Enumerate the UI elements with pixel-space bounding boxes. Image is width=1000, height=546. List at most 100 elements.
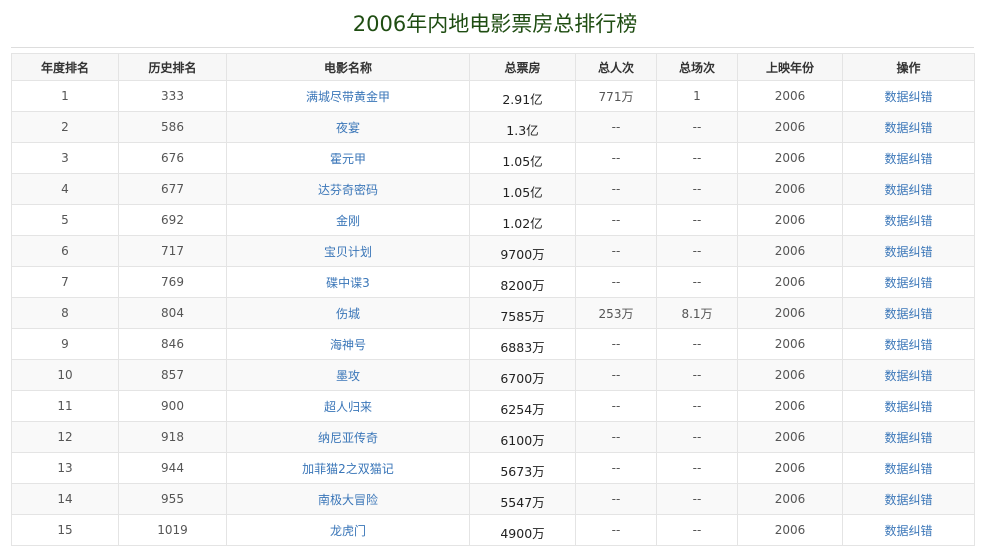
cell-total-box-office: 1.05亿 bbox=[469, 142, 576, 174]
table-row: 12 918 纳尼亚传奇 6100万 -- -- 2006 数据纠错 bbox=[11, 421, 975, 453]
cell-total-box-office: 1.05亿 bbox=[469, 173, 576, 205]
cell-total-screenings: 1 bbox=[656, 80, 738, 112]
cell-total-box-office: 6883万 bbox=[469, 328, 576, 360]
cell-total-admissions: -- bbox=[575, 173, 657, 205]
cell-year-rank: 8 bbox=[11, 297, 119, 329]
table-row: 15 1019 龙虎门 4900万 -- -- 2006 数据纠错 bbox=[11, 514, 975, 546]
cell-movie-name: 碟中谍3 bbox=[226, 266, 470, 298]
cell-release-year: 2006 bbox=[737, 390, 843, 422]
cell-movie-name: 达芬奇密码 bbox=[226, 173, 470, 205]
data-correction-link[interactable]: 数据纠错 bbox=[884, 400, 932, 414]
cell-history-rank: 676 bbox=[118, 142, 227, 174]
data-correction-link[interactable]: 数据纠错 bbox=[884, 369, 932, 383]
cell-action: 数据纠错 bbox=[842, 235, 975, 267]
cell-release-year: 2006 bbox=[737, 266, 843, 298]
cell-release-year: 2006 bbox=[737, 452, 843, 484]
cell-action: 数据纠错 bbox=[842, 514, 975, 546]
data-correction-link[interactable]: 数据纠错 bbox=[884, 524, 932, 538]
movie-link[interactable]: 满城尽带黄金甲 bbox=[306, 90, 390, 104]
movie-link[interactable]: 金刚 bbox=[336, 214, 360, 228]
table-header-row: 年度排名 历史排名 电影名称 总票房 总人次 总场次 上映年份 操作 bbox=[11, 53, 975, 81]
movie-link[interactable]: 超人归来 bbox=[324, 400, 372, 414]
cell-total-admissions: -- bbox=[575, 328, 657, 360]
cell-movie-name: 宝贝计划 bbox=[226, 235, 470, 267]
cell-history-rank: 586 bbox=[118, 111, 227, 143]
cell-release-year: 2006 bbox=[737, 235, 843, 267]
cell-action: 数据纠错 bbox=[842, 328, 975, 360]
cell-release-year: 2006 bbox=[737, 421, 843, 453]
movie-link[interactable]: 达芬奇密码 bbox=[318, 183, 378, 197]
cell-action: 数据纠错 bbox=[842, 173, 975, 205]
movie-link[interactable]: 霍元甲 bbox=[330, 152, 366, 166]
page-title: 2006年内地电影票房总排行榜 bbox=[352, 12, 638, 36]
data-correction-link[interactable]: 数据纠错 bbox=[884, 245, 932, 259]
table-row: 10 857 墨攻 6700万 -- -- 2006 数据纠错 bbox=[11, 359, 975, 391]
cell-movie-name: 墨攻 bbox=[226, 359, 470, 391]
cell-year-rank: 15 bbox=[11, 514, 119, 546]
cell-total-admissions: -- bbox=[575, 514, 657, 546]
data-correction-link[interactable]: 数据纠错 bbox=[884, 214, 932, 228]
cell-total-screenings: -- bbox=[656, 173, 738, 205]
cell-total-box-office: 7585万 bbox=[469, 297, 576, 329]
cell-total-box-office: 9700万 bbox=[469, 235, 576, 267]
box-office-table: 年度排名 历史排名 电影名称 总票房 总人次 总场次 上映年份 操作 1 333 满城尽带黄金甲 2… bbox=[11, 53, 975, 546]
cell-total-admissions: 253万 bbox=[575, 297, 657, 329]
cell-total-screenings: -- bbox=[656, 204, 738, 236]
cell-action: 数据纠错 bbox=[842, 297, 975, 329]
divider bbox=[11, 47, 974, 48]
cell-action: 数据纠错 bbox=[842, 111, 975, 143]
data-correction-link[interactable]: 数据纠错 bbox=[884, 307, 932, 321]
table-row: 4 677 达芬奇密码 1.05亿 -- -- 2006 数据纠错 bbox=[11, 173, 975, 205]
movie-link[interactable]: 宝贝计划 bbox=[324, 245, 372, 259]
cell-movie-name: 南极大冒险 bbox=[226, 483, 470, 515]
cell-movie-name: 海神号 bbox=[226, 328, 470, 360]
cell-total-box-office: 5547万 bbox=[469, 483, 576, 515]
movie-link[interactable]: 加菲猫2之双猫记 bbox=[302, 462, 394, 476]
cell-history-rank: 717 bbox=[118, 235, 227, 267]
cell-year-rank: 10 bbox=[11, 359, 119, 391]
cell-total-box-office: 6100万 bbox=[469, 421, 576, 453]
data-correction-link[interactable]: 数据纠错 bbox=[884, 121, 932, 135]
cell-total-box-office: 4900万 bbox=[469, 514, 576, 546]
cell-total-box-office: 2.91亿 bbox=[469, 80, 576, 112]
cell-action: 数据纠错 bbox=[842, 483, 975, 515]
cell-total-screenings: -- bbox=[656, 266, 738, 298]
data-correction-link[interactable]: 数据纠错 bbox=[884, 338, 932, 352]
data-correction-link[interactable]: 数据纠错 bbox=[884, 462, 932, 476]
movie-link[interactable]: 墨攻 bbox=[336, 369, 360, 383]
data-correction-link[interactable]: 数据纠错 bbox=[884, 431, 932, 445]
cell-history-rank: 900 bbox=[118, 390, 227, 422]
data-correction-link[interactable]: 数据纠错 bbox=[884, 152, 932, 166]
data-correction-link[interactable]: 数据纠错 bbox=[884, 90, 932, 104]
cell-year-rank: 9 bbox=[11, 328, 119, 360]
cell-total-box-office: 1.02亿 bbox=[469, 204, 576, 236]
movie-link[interactable]: 夜宴 bbox=[336, 121, 360, 135]
cell-history-rank: 857 bbox=[118, 359, 227, 391]
table-row: 7 769 碟中谍3 8200万 -- -- 2006 数据纠错 bbox=[11, 266, 975, 298]
cell-total-box-office: 1.3亿 bbox=[469, 111, 576, 143]
cell-action: 数据纠错 bbox=[842, 359, 975, 391]
movie-link[interactable]: 南极大冒险 bbox=[318, 493, 378, 507]
cell-total-screenings: -- bbox=[656, 235, 738, 267]
data-correction-link[interactable]: 数据纠错 bbox=[884, 183, 932, 197]
cell-action: 数据纠错 bbox=[842, 142, 975, 174]
cell-action: 数据纠错 bbox=[842, 390, 975, 422]
data-correction-link[interactable]: 数据纠错 bbox=[884, 493, 932, 507]
cell-year-rank: 12 bbox=[11, 421, 119, 453]
cell-history-rank: 692 bbox=[118, 204, 227, 236]
movie-link[interactable]: 龙虎门 bbox=[330, 524, 366, 538]
data-correction-link[interactable]: 数据纠错 bbox=[884, 276, 932, 290]
table-row: 5 692 金刚 1.02亿 -- -- 2006 数据纠错 bbox=[11, 204, 975, 236]
cell-history-rank: 333 bbox=[118, 80, 227, 112]
header-release-year: 上映年份 bbox=[737, 53, 843, 81]
movie-link[interactable]: 海神号 bbox=[330, 338, 366, 352]
cell-release-year: 2006 bbox=[737, 483, 843, 515]
movie-link[interactable]: 纳尼亚传奇 bbox=[318, 431, 378, 445]
cell-release-year: 2006 bbox=[737, 142, 843, 174]
cell-history-rank: 955 bbox=[118, 483, 227, 515]
cell-total-admissions: -- bbox=[575, 483, 657, 515]
movie-link[interactable]: 伤城 bbox=[336, 307, 360, 321]
cell-release-year: 2006 bbox=[737, 514, 843, 546]
movie-link[interactable]: 碟中谍3 bbox=[326, 276, 370, 290]
cell-action: 数据纠错 bbox=[842, 452, 975, 484]
